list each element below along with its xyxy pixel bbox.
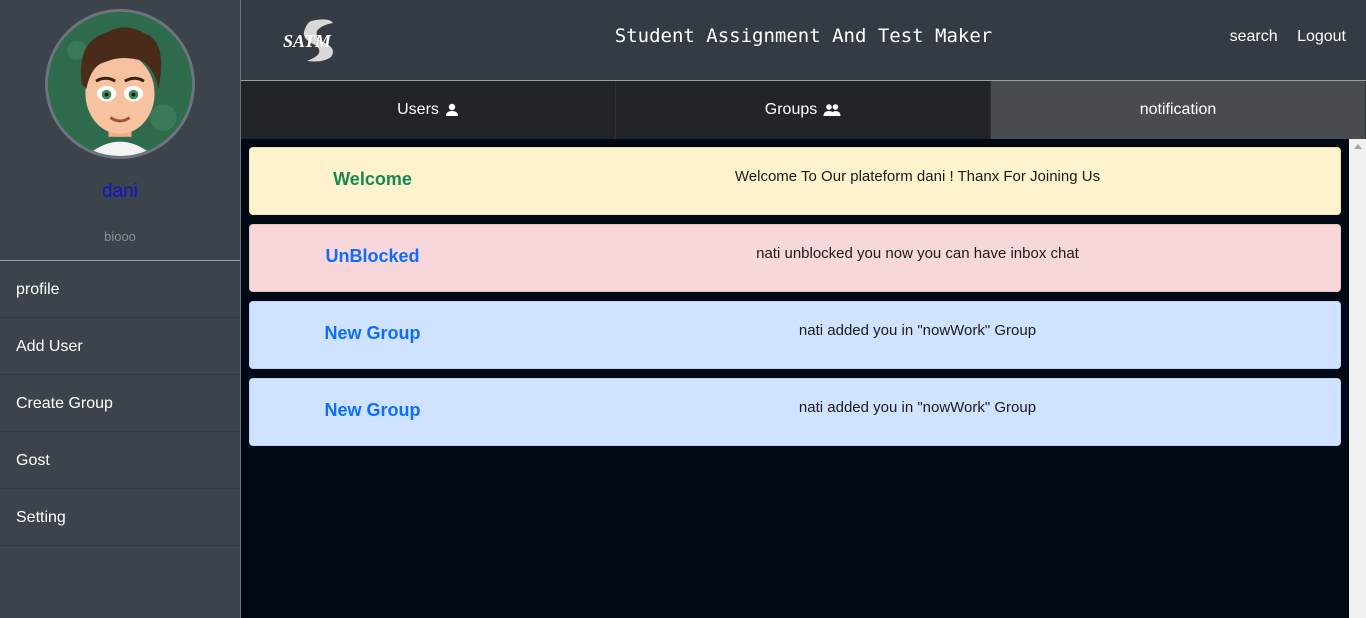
sidebar: dani biooo profile Add User Create Group…	[0, 0, 241, 618]
tab-users-label: Users	[397, 101, 439, 118]
menu-item-setting[interactable]: Setting	[0, 489, 240, 546]
notification-title: Welcome	[333, 169, 412, 189]
notification-card[interactable]: New Group nati added you in "nowWork" Gr…	[249, 301, 1341, 369]
tab-groups[interactable]: Groups	[616, 81, 991, 139]
logout-link[interactable]: Logout	[1297, 28, 1346, 45]
profile-box: dani biooo	[0, 0, 240, 261]
user-icon	[445, 103, 458, 116]
menu-item-gost[interactable]: Gost	[0, 432, 240, 489]
notification-message: Welcome To Our plateform dani ! Thanx Fo…	[734, 168, 1101, 185]
notification-card[interactable]: New Group nati added you in "nowWork" Gr…	[249, 378, 1341, 446]
search-link[interactable]: search	[1230, 28, 1278, 45]
notification-list: Welcome Welcome To Our plateform dani ! …	[241, 139, 1349, 618]
notification-card[interactable]: UnBlocked nati unblocked you now you can…	[249, 224, 1341, 292]
tab-groups-label: Groups	[764, 101, 818, 118]
menu-item-add-user[interactable]: Add User	[0, 318, 240, 375]
menu-item-profile[interactable]: profile	[0, 261, 240, 318]
notification-message: nati added you in "nowWork" Group	[798, 322, 1037, 339]
username: dani	[102, 181, 138, 202]
user-bio: biooo	[104, 229, 136, 244]
scroll-up-arrow-icon[interactable]	[1354, 144, 1362, 149]
notification-title: New Group	[324, 400, 421, 420]
app-title: Student Assignment And Test Maker	[614, 25, 993, 47]
notification-title: UnBlocked	[325, 246, 420, 266]
top-header: SATM Student Assignment And Test Maker s…	[241, 0, 1366, 81]
tab-users[interactable]: Users	[241, 81, 616, 139]
tab-bar: Users Groups notification	[241, 81, 1366, 139]
notification-card[interactable]: Welcome Welcome To Our plateform dani ! …	[249, 147, 1341, 215]
users-icon	[823, 104, 841, 116]
avatar[interactable]	[45, 9, 195, 159]
menu-item-create-group[interactable]: Create Group	[0, 375, 240, 432]
notification-message: nati added you in "nowWork" Group	[798, 399, 1037, 416]
notification-message: nati unblocked you now you can have inbo…	[756, 245, 1079, 262]
scrollbar[interactable]	[1349, 139, 1366, 618]
tab-notification-label: notification	[1139, 101, 1217, 118]
notification-title: New Group	[324, 323, 421, 343]
tab-notification[interactable]: notification	[991, 81, 1366, 139]
